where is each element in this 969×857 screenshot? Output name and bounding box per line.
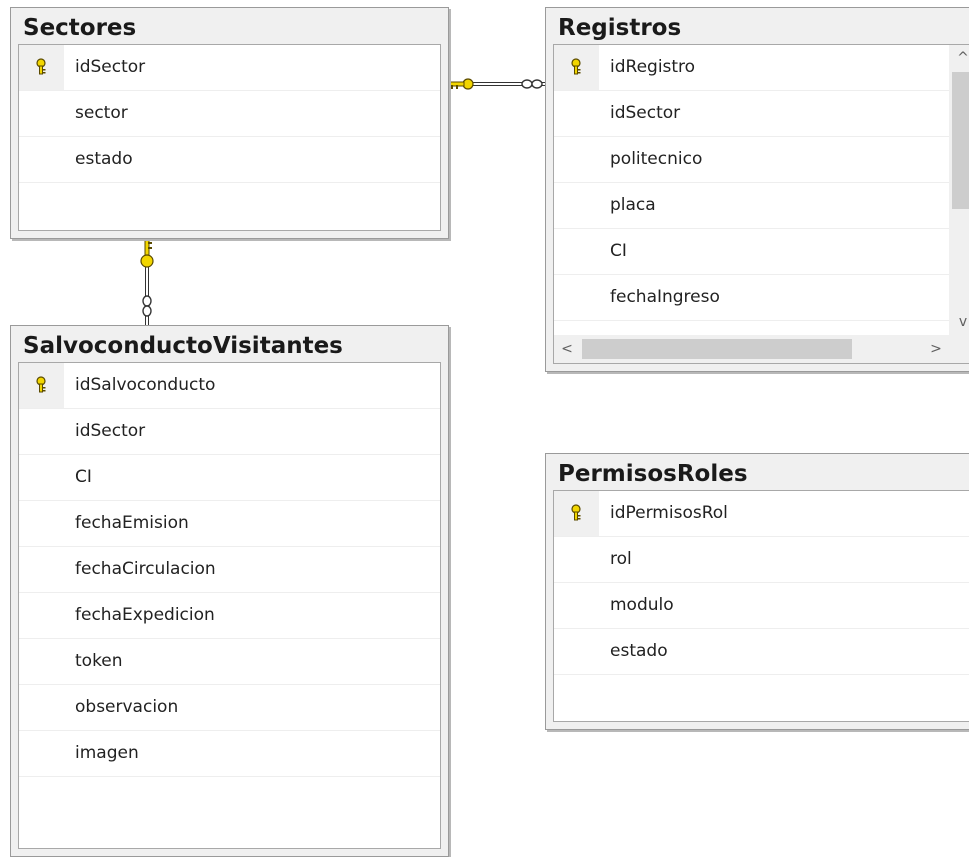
column-name: idSector <box>75 57 146 77</box>
primary-key-icon <box>36 376 46 393</box>
column-name: rol <box>610 549 632 569</box>
row-selector[interactable] <box>554 45 599 90</box>
primary-key-icon <box>36 58 46 75</box>
row-selector[interactable] <box>19 45 64 90</box>
table-title[interactable]: Registros <box>546 8 969 43</box>
row-selector[interactable] <box>19 547 64 592</box>
relationship-sectores-salvoconducto[interactable] <box>140 238 154 325</box>
row-selector[interactable] <box>554 275 599 320</box>
column-row[interactable]: sector <box>19 91 440 137</box>
column-row[interactable]: token <box>19 639 440 685</box>
column-row[interactable]: idPermisosRol <box>554 491 969 537</box>
column-name: CI <box>610 241 627 261</box>
scroll-thumb[interactable] <box>952 72 969 209</box>
column-name: idSector <box>610 103 681 123</box>
row-selector[interactable] <box>19 91 64 136</box>
table-title[interactable]: PermisosRoles <box>546 454 969 489</box>
column-list: idSalvoconducto idSector CI fechaEmision… <box>18 362 441 849</box>
column-row[interactable]: imagen <box>19 731 440 777</box>
column-row[interactable]: fechaIngreso <box>554 275 969 321</box>
scroll-left-button[interactable]: < <box>554 335 580 363</box>
column-row[interactable]: placa <box>554 183 969 229</box>
column-name: politecnico <box>610 149 703 169</box>
table-permisosroles[interactable]: PermisosRoles idPermisosRol rol modulo e… <box>545 453 969 730</box>
row-selector[interactable] <box>554 229 599 274</box>
table-title[interactable]: Sectores <box>11 8 448 43</box>
column-row[interactable]: fechaEmision <box>19 501 440 547</box>
column-list: idPermisosRol rol modulo estado <box>553 490 969 722</box>
vertical-scrollbar[interactable]: ^ v <box>949 45 969 335</box>
row-selector[interactable] <box>19 639 64 684</box>
row-selector[interactable] <box>554 583 599 628</box>
column-name: CI <box>75 467 92 487</box>
row-selector[interactable] <box>554 137 599 182</box>
scroll-right-button[interactable]: > <box>923 335 949 363</box>
column-name: fechaEmision <box>75 513 189 533</box>
row-selector[interactable] <box>19 731 64 776</box>
key-icon <box>447 78 474 90</box>
column-name: idRegistro <box>610 57 696 77</box>
scroll-down-button[interactable]: v <box>949 309 969 335</box>
column-name: sector <box>75 103 128 123</box>
infinity-icon <box>521 79 543 89</box>
column-row[interactable]: estado <box>19 137 440 183</box>
table-sectores[interactable]: Sectores idSector sector estado <box>10 7 449 239</box>
column-row[interactable]: CI <box>554 229 969 275</box>
scroll-thumb[interactable] <box>582 339 852 359</box>
row-selector[interactable] <box>554 629 599 674</box>
table-registros[interactable]: Registros idRegistro idSector politecnic… <box>545 7 969 372</box>
column-row[interactable]: rol <box>554 537 969 583</box>
column-name: placa <box>610 195 656 215</box>
column-row[interactable]: idSector <box>19 45 440 91</box>
infinity-icon <box>142 295 152 317</box>
column-name: fechaExpedicion <box>75 605 215 625</box>
column-name: estado <box>75 149 133 169</box>
column-row[interactable]: fechaExpedicion <box>19 593 440 639</box>
column-row[interactable]: idSector <box>554 91 969 137</box>
row-selector[interactable] <box>554 183 599 228</box>
column-name: imagen <box>75 743 139 763</box>
row-selector[interactable] <box>554 491 599 536</box>
column-name: observacion <box>75 697 179 717</box>
primary-key-icon <box>571 58 581 75</box>
table-title[interactable]: SalvoconductoVisitantes <box>11 326 448 361</box>
primary-key-icon <box>571 504 581 521</box>
column-name: token <box>75 651 123 671</box>
row-selector[interactable] <box>19 685 64 730</box>
relationship-sectores-registros[interactable] <box>447 78 545 90</box>
column-name: fechaCirculacion <box>75 559 216 579</box>
column-row[interactable]: idSector <box>19 409 440 455</box>
key-icon <box>140 238 154 268</box>
row-selector[interactable] <box>19 455 64 500</box>
column-list: idRegistro idSector politecnico placa CI… <box>553 44 969 364</box>
column-row[interactable]: fechaCirculacion <box>19 547 440 593</box>
scroll-up-button[interactable]: ^ <box>949 45 969 71</box>
scrollbar-corner <box>949 335 969 363</box>
column-row[interactable]: idSalvoconducto <box>19 363 440 409</box>
row-selector[interactable] <box>19 409 64 454</box>
column-row[interactable]: politecnico <box>554 137 969 183</box>
horizontal-scrollbar[interactable]: < > <box>554 335 949 363</box>
column-name: idSalvoconducto <box>75 375 216 395</box>
column-name: idSector <box>75 421 146 441</box>
column-name: idPermisosRol <box>610 503 728 523</box>
column-name: modulo <box>610 595 674 615</box>
table-salvoconductovisitantes[interactable]: SalvoconductoVisitantes idSalvoconducto … <box>10 325 449 857</box>
column-row[interactable]: modulo <box>554 583 969 629</box>
row-selector[interactable] <box>554 537 599 582</box>
column-name: fechaIngreso <box>610 287 720 307</box>
column-row[interactable]: idRegistro <box>554 45 969 91</box>
row-selector[interactable] <box>19 363 64 408</box>
row-selector[interactable] <box>19 593 64 638</box>
row-selector[interactable] <box>19 137 64 182</box>
column-row[interactable]: estado <box>554 629 969 675</box>
column-row[interactable]: observacion <box>19 685 440 731</box>
column-list: idSector sector estado <box>18 44 441 231</box>
column-row[interactable]: CI <box>19 455 440 501</box>
row-selector[interactable] <box>554 91 599 136</box>
column-name: estado <box>610 641 668 661</box>
row-selector[interactable] <box>19 501 64 546</box>
